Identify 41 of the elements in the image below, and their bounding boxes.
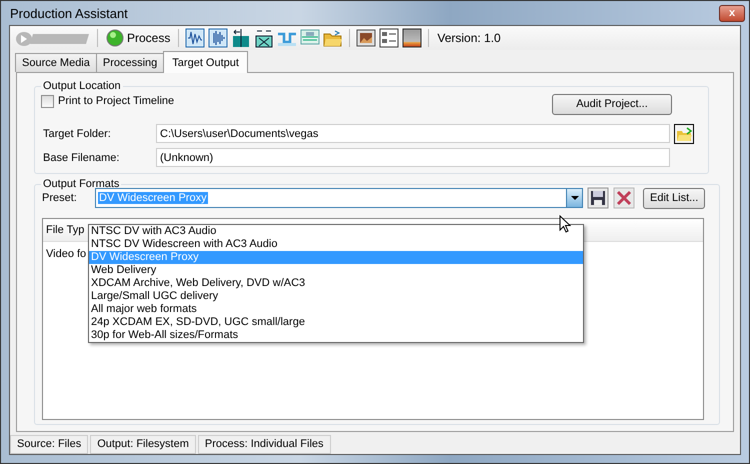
checkbox[interactable] — [41, 94, 54, 108]
group-label: Output Formats — [42, 178, 120, 190]
dropdown-option[interactable]: All major web formats — [89, 303, 583, 316]
folder-icon[interactable] — [674, 124, 694, 144]
preset-label: Preset: — [41, 192, 78, 204]
dropdown-option[interactable]: NTSC DV with AC3 Audio — [89, 225, 583, 238]
field-label: Base Filename: — [42, 152, 120, 164]
table-cell-text: Video fo — [45, 248, 86, 260]
dropdown-option[interactable]: Large/Small UGC delivery — [89, 290, 583, 303]
dropdown-option[interactable]: 24p XCDAM EX, SD-DVD, UGC small/large — [89, 316, 583, 329]
delete-icon[interactable] — [613, 187, 635, 209]
group-label: Output Location — [42, 80, 122, 92]
window-title: Production Assistant — [9, 6, 128, 21]
status-light-icon — [106, 29, 124, 47]
tab[interactable]: Source Media — [15, 53, 97, 72]
status-pane: Output: Filesystem — [90, 434, 196, 454]
form-icon[interactable] — [379, 28, 400, 48]
gradient-icon[interactable] — [402, 28, 422, 48]
dropdown-option[interactable]: 30p for Web-All sizes/Formats — [89, 329, 583, 342]
field-label: Target Folder: — [42, 128, 112, 140]
checkbox-label: Print to Project Timeline — [58, 95, 174, 107]
column-header[interactable]: File Typ — [43, 224, 84, 236]
edit-list-button[interactable]: Edit List... — [643, 188, 706, 208]
dropdown-option[interactable]: Web Delivery — [89, 264, 583, 277]
text-field[interactable]: C:\Users\user\Documents\vegas — [156, 124, 670, 143]
dropdown-option[interactable]: NTSC DV Widescreen with AC3 Audio — [89, 238, 583, 251]
waveform-icon[interactable] — [185, 28, 206, 48]
dropdown-option[interactable]: XDCAM Archive, Web Delivery, DVD w/AC3 — [89, 277, 583, 290]
waveform-icon[interactable] — [208, 28, 228, 48]
picture-icon[interactable] — [356, 28, 376, 48]
preset-value: DV Widescreen Proxy — [98, 192, 208, 204]
text-field[interactable]: (Unknown) — [156, 148, 670, 167]
version-label: Version: 1.0 — [437, 31, 501, 45]
save-icon[interactable] — [587, 187, 609, 209]
tab[interactable]: Target Output — [163, 51, 248, 73]
process-button[interactable]: Process — [104, 29, 172, 47]
status-pane: Process: Individual Files — [198, 434, 331, 454]
tab[interactable]: Processing — [96, 53, 164, 72]
status-pane: Source: Files — [10, 434, 88, 454]
audit-project-button[interactable]: Audit Project... — [552, 94, 672, 114]
logo-icon — [15, 29, 91, 47]
